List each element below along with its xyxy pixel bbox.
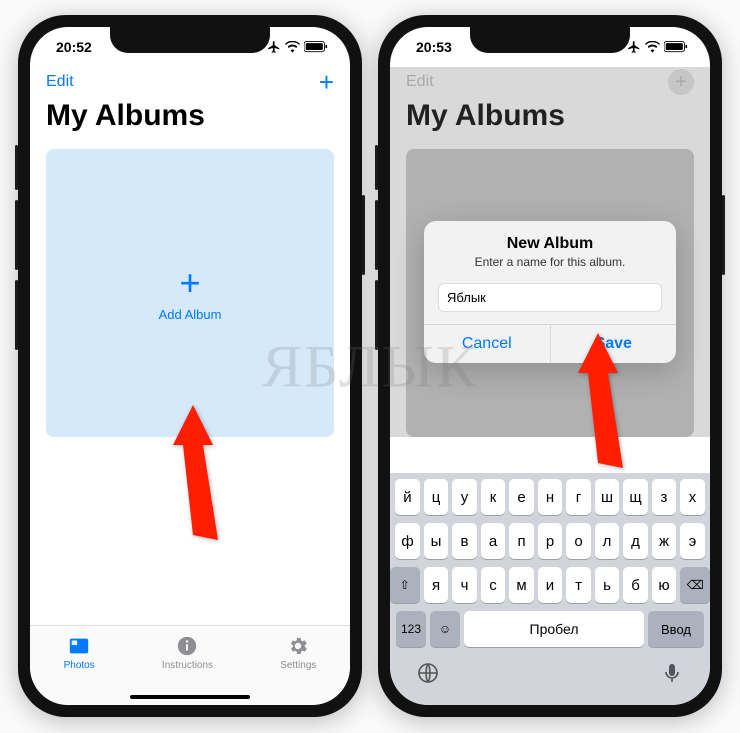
key-п[interactable]: п <box>509 523 534 559</box>
mic-icon[interactable] <box>660 661 684 691</box>
wifi-icon <box>645 41 660 53</box>
alert-message: Enter a name for this album. <box>440 255 660 269</box>
add-album-tile[interactable]: + Add Album <box>46 149 334 437</box>
key-ф[interactable]: ф <box>395 523 420 559</box>
keyboard-row-4: 123 ☺ Пробел Ввод <box>394 611 706 647</box>
keyboard-row-2: фывапролджэ <box>394 523 706 559</box>
add-button[interactable]: + <box>319 69 334 95</box>
plus-icon: + <box>179 265 200 301</box>
status-icons <box>267 40 328 54</box>
tab-label: Photos <box>64 660 95 671</box>
status-time: 20:52 <box>56 39 92 55</box>
tab-label: Settings <box>280 660 316 671</box>
key-с[interactable]: с <box>481 567 506 603</box>
key-р[interactable]: р <box>538 523 563 559</box>
airplane-icon <box>627 40 641 54</box>
key-о[interactable]: о <box>566 523 591 559</box>
keyboard-footer <box>394 655 706 705</box>
phone-frame-right: 20:53 Edit + My Albums + <box>378 15 722 717</box>
notch <box>470 27 630 53</box>
key-з[interactable]: з <box>652 479 677 515</box>
tab-photos[interactable]: Photos <box>64 634 95 671</box>
nav-row: Edit + <box>30 67 350 97</box>
key-enter[interactable]: Ввод <box>648 611 704 647</box>
key-м[interactable]: м <box>509 567 534 603</box>
key-ж[interactable]: ж <box>652 523 677 559</box>
key-backspace[interactable]: ⌫ <box>680 567 710 603</box>
cancel-button[interactable]: Cancel <box>424 325 550 363</box>
keyboard-row-1: йцукенгшщзх <box>394 479 706 515</box>
annotation-arrow-right <box>563 323 643 478</box>
key-б[interactable]: б <box>623 567 648 603</box>
photos-icon <box>67 634 91 658</box>
key-х[interactable]: х <box>680 479 705 515</box>
key-щ[interactable]: щ <box>623 479 648 515</box>
key-я[interactable]: я <box>424 567 449 603</box>
key-и[interactable]: и <box>538 567 563 603</box>
notch <box>110 27 270 53</box>
keyboard: йцукенгшщзх фывапролджэ ⇧ячсмитьбю⌫ 123 … <box>390 473 710 705</box>
wifi-icon <box>285 41 300 53</box>
tab-bar: Photos Instructions Settings <box>30 625 350 705</box>
album-name-input[interactable] <box>438 283 662 312</box>
gear-icon <box>286 634 310 658</box>
key-у[interactable]: у <box>452 479 477 515</box>
airplane-icon <box>267 40 281 54</box>
key-т[interactable]: т <box>566 567 591 603</box>
key-а[interactable]: а <box>481 523 506 559</box>
info-icon <box>175 634 199 658</box>
key-123[interactable]: 123 <box>396 611 426 647</box>
battery-icon <box>304 41 328 53</box>
key-ы[interactable]: ы <box>424 523 449 559</box>
status-time: 20:53 <box>416 39 452 55</box>
key-е[interactable]: е <box>509 479 534 515</box>
key-space[interactable]: Пробел <box>464 611 644 647</box>
add-album-label: Add Album <box>159 307 222 322</box>
edit-button[interactable]: Edit <box>46 73 74 91</box>
globe-icon[interactable] <box>416 661 440 691</box>
key-ь[interactable]: ь <box>595 567 620 603</box>
status-icons <box>627 40 688 54</box>
key-д[interactable]: д <box>623 523 648 559</box>
key-shift[interactable]: ⇧ <box>390 567 420 603</box>
tab-settings[interactable]: Settings <box>280 634 316 671</box>
key-л[interactable]: л <box>595 523 620 559</box>
keyboard-row-3: ⇧ячсмитьбю⌫ <box>394 567 706 603</box>
key-ц[interactable]: ц <box>424 479 449 515</box>
tab-label: Instructions <box>162 660 213 671</box>
alert-title: New Album <box>440 235 660 253</box>
key-emoji[interactable]: ☺ <box>430 611 460 647</box>
key-ю[interactable]: ю <box>652 567 677 603</box>
key-й[interactable]: й <box>395 479 420 515</box>
tab-instructions[interactable]: Instructions <box>162 634 213 671</box>
phone-frame-left: 20:52 Edit + My Albums + Add Album <box>18 15 362 717</box>
battery-icon <box>664 41 688 53</box>
home-indicator[interactable] <box>130 695 250 699</box>
page-title: My Albums <box>30 97 350 143</box>
annotation-arrow-left <box>158 395 238 550</box>
key-э[interactable]: э <box>680 523 705 559</box>
screen-right: 20:53 Edit + My Albums + <box>390 27 710 705</box>
key-в[interactable]: в <box>452 523 477 559</box>
screen-left: 20:52 Edit + My Albums + Add Album <box>30 27 350 705</box>
key-к[interactable]: к <box>481 479 506 515</box>
key-н[interactable]: н <box>538 479 563 515</box>
key-г[interactable]: г <box>566 479 591 515</box>
key-ш[interactable]: ш <box>595 479 620 515</box>
key-ч[interactable]: ч <box>452 567 477 603</box>
